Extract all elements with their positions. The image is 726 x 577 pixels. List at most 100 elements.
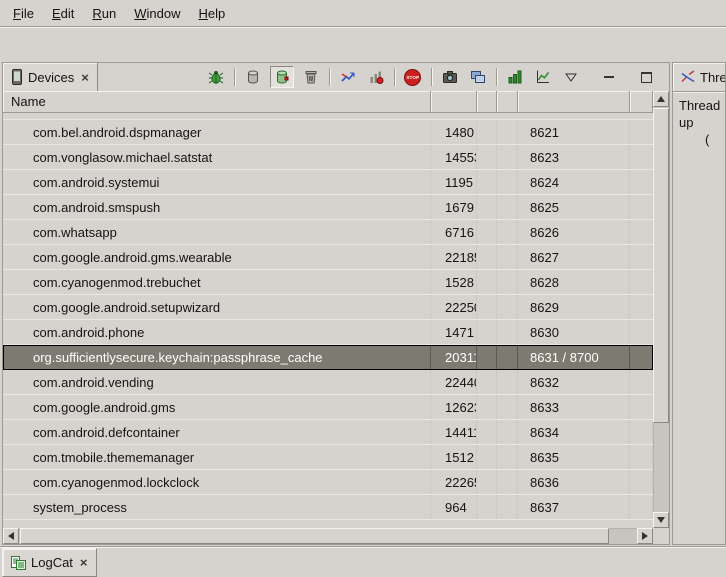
toolbar-separator xyxy=(234,68,235,86)
minimize-icon[interactable] xyxy=(598,67,620,87)
empty-cell xyxy=(497,445,518,469)
filler-cell xyxy=(630,320,653,344)
process-name-cell: com.google.android.gms.wearable xyxy=(3,245,431,269)
tab-logcat[interactable]: LogCat × xyxy=(2,548,97,577)
filler-cell xyxy=(630,195,653,219)
stop-process-icon[interactable]: STOP xyxy=(402,67,424,87)
view-menu-icon[interactable] xyxy=(560,67,582,87)
tab-threads[interactable]: Threads xyxy=(673,63,725,91)
column-header-filler xyxy=(630,91,653,113)
process-port-cell: 8634 xyxy=(518,420,630,444)
table-row[interactable]: com.android.systemui 1195 8624 xyxy=(3,170,653,195)
threads-message: Thread up ( xyxy=(673,92,725,148)
scroll-up-button[interactable] xyxy=(653,91,669,107)
table-row[interactable]: com.vonglasow.michael.satstat 14553 8623 xyxy=(3,145,653,170)
start-method-profiling-icon[interactable] xyxy=(365,67,387,87)
horizontal-scrollbar[interactable] xyxy=(3,528,653,544)
filler-cell xyxy=(630,170,653,194)
heap-columns-icon[interactable] xyxy=(504,67,526,87)
table-row[interactable]: system_process 964 8637 xyxy=(3,495,653,520)
table-row[interactable]: com.google.android.setupwizard 22250 862… xyxy=(3,295,653,320)
capture-frames-icon[interactable] xyxy=(467,67,489,87)
column-header-3[interactable] xyxy=(477,91,497,113)
vertical-scroll-thumb[interactable] xyxy=(653,108,669,423)
process-pid-cell: 20311 xyxy=(431,345,477,369)
process-pid-cell: 12623 xyxy=(431,395,477,419)
scroll-down-button[interactable] xyxy=(653,512,669,528)
process-port-cell: 8629 xyxy=(518,295,630,319)
table-row[interactable]: com.google.android.gms.wearable 22185 86… xyxy=(3,245,653,270)
table-row[interactable]: com.whatsapp 6716 8626 xyxy=(3,220,653,245)
sysinfo-graph-icon[interactable] xyxy=(532,67,554,87)
process-port-cell: 8635 xyxy=(518,445,630,469)
scroll-left-button[interactable] xyxy=(3,528,19,544)
empty-cell xyxy=(477,345,497,369)
column-header-name[interactable]: Name xyxy=(3,91,431,113)
process-port-cell: 8621 xyxy=(518,120,630,144)
menu-edit[interactable]: Edit xyxy=(43,3,83,24)
table-row[interactable]: com.google.android.gms 12623 8633 xyxy=(3,395,653,420)
table-row[interactable]: com.cyanogenmod.trebuchet 1528 8628 xyxy=(3,270,653,295)
empty-cell xyxy=(477,420,497,444)
devices-toolbar: STOP xyxy=(202,63,557,91)
filler-cell xyxy=(630,270,653,294)
menu-window[interactable]: Window xyxy=(125,3,189,24)
device-icon xyxy=(11,69,23,85)
process-name-cell: com.android.vending xyxy=(3,370,431,394)
empty-cell xyxy=(477,145,497,169)
tab-devices[interactable]: Devices × xyxy=(3,63,98,91)
process-port-cell: 8623 xyxy=(518,145,630,169)
table-row[interactable]: com.android.smspush 1679 8625 xyxy=(3,195,653,220)
table-row[interactable]: com.bel.android.dspmanager 1480 8621 xyxy=(3,120,653,145)
empty-cell xyxy=(497,145,518,169)
update-threads-icon[interactable] xyxy=(337,67,359,87)
table-row[interactable]: com.android.vending 22440 8632 xyxy=(3,370,653,395)
empty-cell xyxy=(477,170,497,194)
process-pid-cell: 22440 xyxy=(431,370,477,394)
filler-cell xyxy=(630,345,653,369)
process-pid-cell: 1471 xyxy=(431,320,477,344)
scroll-right-button[interactable] xyxy=(637,528,653,544)
process-pid-cell: 1679 xyxy=(431,195,477,219)
maximize-icon[interactable] xyxy=(636,67,658,87)
filler-cell xyxy=(630,145,653,169)
table-row[interactable]: com.android.defcontainer 14411 8634 xyxy=(3,420,653,445)
bottom-tabbar: LogCat × xyxy=(0,546,726,577)
close-icon[interactable]: × xyxy=(79,70,89,85)
cause-gc-icon[interactable] xyxy=(300,67,322,87)
close-icon[interactable]: × xyxy=(78,555,88,570)
table-row[interactable]: com.tmobile.thememanager 1512 8635 xyxy=(3,445,653,470)
empty-cell xyxy=(497,345,518,369)
menu-help[interactable]: Help xyxy=(189,3,234,24)
process-pid-cell: 1512 xyxy=(431,445,477,469)
table-row[interactable]: org.sufficientlysecure.keychain:passphra… xyxy=(3,345,653,370)
process-port-cell: 8630 xyxy=(518,320,630,344)
column-header-pid[interactable] xyxy=(431,91,477,113)
empty-cell xyxy=(497,170,518,194)
menu-file[interactable]: File xyxy=(4,3,43,24)
screen-capture-icon[interactable] xyxy=(439,67,461,87)
horizontal-scroll-thumb[interactable] xyxy=(20,528,609,544)
empty-cell xyxy=(497,220,518,244)
dump-hprof-icon[interactable] xyxy=(270,66,294,88)
process-name-cell: com.android.defcontainer xyxy=(3,420,431,444)
column-header-4[interactable] xyxy=(497,91,518,113)
menu-run[interactable]: Run xyxy=(83,3,125,24)
process-port-cell: 8628 xyxy=(518,270,630,294)
update-heap-icon[interactable] xyxy=(242,67,264,87)
filler-cell xyxy=(630,220,653,244)
filler-cell xyxy=(630,245,653,269)
filler-cell xyxy=(630,120,653,144)
table-header: Name xyxy=(3,91,653,113)
tab-logcat-label: LogCat xyxy=(31,555,73,570)
vertical-scrollbar[interactable] xyxy=(653,91,669,528)
process-port-cell: 8625 xyxy=(518,195,630,219)
debug-process-icon[interactable] xyxy=(205,67,227,87)
process-name-cell: com.vonglasow.michael.satstat xyxy=(3,145,431,169)
process-pid-cell: 22265 xyxy=(431,470,477,494)
table-row[interactable]: com.android.phone 1471 8630 xyxy=(3,320,653,345)
table-row[interactable]: com.cyanogenmod.lockclock 22265 8636 xyxy=(3,470,653,495)
empty-cell xyxy=(477,195,497,219)
column-header-port[interactable] xyxy=(518,91,630,113)
empty-cell xyxy=(497,320,518,344)
